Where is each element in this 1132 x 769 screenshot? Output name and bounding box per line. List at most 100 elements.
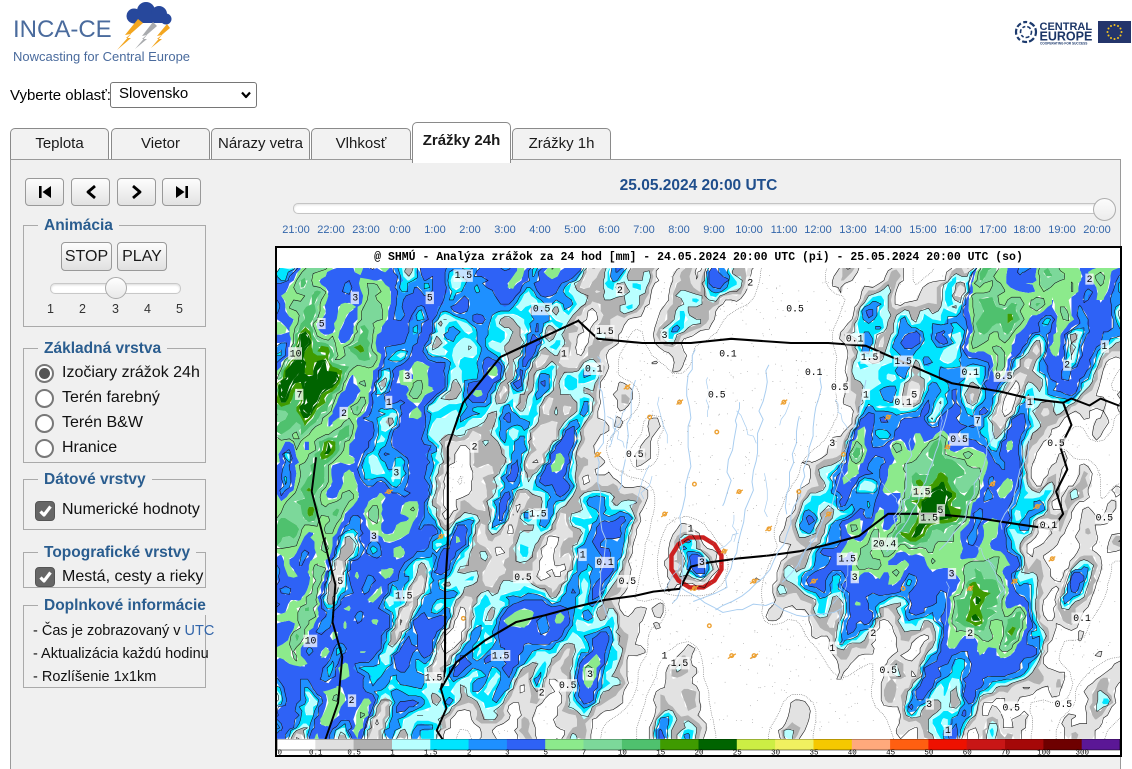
svg-text:5: 5	[319, 319, 325, 330]
svg-text:2: 2	[472, 442, 478, 453]
svg-text:0.1: 0.1	[309, 750, 323, 756]
svg-text:50: 50	[924, 750, 934, 756]
svg-text:0.5: 0.5	[533, 304, 551, 315]
svg-text:10: 10	[290, 348, 302, 359]
svg-text:3: 3	[587, 669, 593, 680]
svg-text:3: 3	[505, 750, 510, 756]
svg-text:10: 10	[618, 750, 628, 756]
svg-text:1.5: 1.5	[395, 591, 413, 602]
svg-text:3: 3	[949, 568, 955, 579]
svg-text:0.5: 0.5	[786, 304, 804, 315]
svg-text:2: 2	[539, 688, 545, 699]
svg-text:40: 40	[848, 750, 858, 756]
svg-text:2: 2	[870, 628, 876, 639]
svg-text:0.5: 0.5	[708, 389, 726, 400]
svg-text:2: 2	[967, 628, 973, 639]
svg-text:100: 100	[1037, 750, 1051, 756]
svg-text:1: 1	[1027, 397, 1033, 408]
svg-text:300: 300	[1075, 750, 1089, 756]
svg-text:1.5: 1.5	[529, 509, 547, 520]
svg-text:0.1: 0.1	[596, 557, 614, 568]
svg-text:3: 3	[352, 293, 358, 304]
svg-text:1: 1	[688, 524, 694, 535]
svg-text:45: 45	[886, 750, 896, 756]
svg-text:7: 7	[975, 416, 981, 427]
svg-text:3: 3	[405, 371, 411, 382]
svg-text:0.1: 0.1	[719, 348, 737, 359]
svg-text:20: 20	[694, 750, 704, 756]
svg-text:0.5: 0.5	[514, 572, 532, 583]
svg-text:0.5: 0.5	[879, 665, 897, 676]
svg-text:0.5: 0.5	[559, 680, 577, 691]
svg-text:1.5: 1.5	[671, 658, 689, 669]
svg-text:1: 1	[829, 643, 835, 654]
svg-text:0.5: 0.5	[1047, 438, 1065, 449]
svg-text:2: 2	[1064, 360, 1070, 371]
svg-text:25: 25	[733, 750, 743, 756]
svg-text:5: 5	[543, 750, 548, 756]
svg-text:7: 7	[296, 389, 302, 400]
svg-text:35: 35	[809, 750, 819, 756]
svg-text:15: 15	[656, 750, 666, 756]
svg-text:60: 60	[963, 750, 973, 756]
svg-text:1: 1	[561, 348, 567, 359]
svg-text:1: 1	[662, 650, 668, 661]
svg-text:3: 3	[393, 468, 399, 479]
svg-text:0.5: 0.5	[619, 576, 637, 587]
svg-text:7: 7	[582, 750, 587, 756]
svg-text:1: 1	[390, 750, 395, 756]
svg-text:1.5: 1.5	[425, 673, 443, 684]
svg-text:1.5: 1.5	[492, 650, 510, 661]
svg-text:0: 0	[278, 750, 283, 756]
svg-text:10: 10	[305, 635, 317, 646]
svg-text:2: 2	[747, 278, 753, 289]
svg-text:1.5: 1.5	[894, 356, 912, 367]
svg-text:5: 5	[427, 293, 433, 304]
svg-text:3: 3	[852, 572, 858, 583]
svg-text:3: 3	[371, 531, 377, 542]
svg-text:30: 30	[771, 750, 781, 756]
svg-text:0.5: 0.5	[1055, 699, 1073, 710]
svg-text:1.5: 1.5	[920, 512, 938, 523]
svg-text:0.5: 0.5	[1002, 702, 1020, 713]
svg-text:1.5: 1.5	[861, 352, 879, 363]
svg-text:3: 3	[699, 557, 705, 568]
svg-text:3: 3	[926, 699, 932, 710]
svg-text:0.5: 0.5	[347, 750, 361, 756]
svg-text:1.5: 1.5	[596, 326, 614, 337]
svg-text:1.5: 1.5	[455, 270, 473, 281]
svg-text:2: 2	[349, 695, 355, 706]
svg-text:0.1: 0.1	[805, 367, 823, 378]
svg-text:COOPERATING FOR SUCCESS: COOPERATING FOR SUCCESS	[1040, 42, 1087, 46]
svg-text:1.5: 1.5	[424, 750, 438, 756]
svg-text:0.5: 0.5	[831, 382, 849, 393]
svg-text:0.5: 0.5	[995, 371, 1013, 382]
svg-text:2: 2	[467, 750, 472, 756]
svg-text:5: 5	[337, 576, 343, 587]
svg-text:5: 5	[937, 505, 943, 516]
svg-text:0.1: 0.1	[585, 363, 603, 374]
svg-text:1: 1	[863, 389, 869, 400]
svg-text:3: 3	[829, 438, 835, 449]
svg-text:70: 70	[1001, 750, 1011, 756]
svg-text:1: 1	[580, 550, 586, 561]
svg-text:0.5: 0.5	[950, 434, 968, 445]
svg-text:1: 1	[1101, 341, 1107, 352]
svg-text:0.1: 0.1	[1040, 520, 1058, 531]
svg-text:2: 2	[617, 285, 623, 296]
svg-text:0.1: 0.1	[1073, 613, 1091, 624]
svg-text:5: 5	[911, 389, 917, 400]
svg-text:1: 1	[386, 397, 392, 408]
svg-text:3: 3	[662, 330, 668, 341]
svg-text:2: 2	[1087, 274, 1093, 285]
svg-text:0.1: 0.1	[961, 367, 979, 378]
svg-text:0.1: 0.1	[846, 334, 864, 345]
svg-text:0.5: 0.5	[626, 449, 644, 460]
svg-text:1.5: 1.5	[913, 486, 931, 497]
svg-text:0.5: 0.5	[1096, 512, 1114, 523]
svg-text:0.1: 0.1	[894, 397, 912, 408]
svg-text:2: 2	[341, 408, 347, 419]
svg-text:1.5: 1.5	[838, 553, 856, 564]
svg-text:20.4: 20.4	[873, 539, 896, 550]
svg-text:1: 1	[945, 725, 951, 736]
